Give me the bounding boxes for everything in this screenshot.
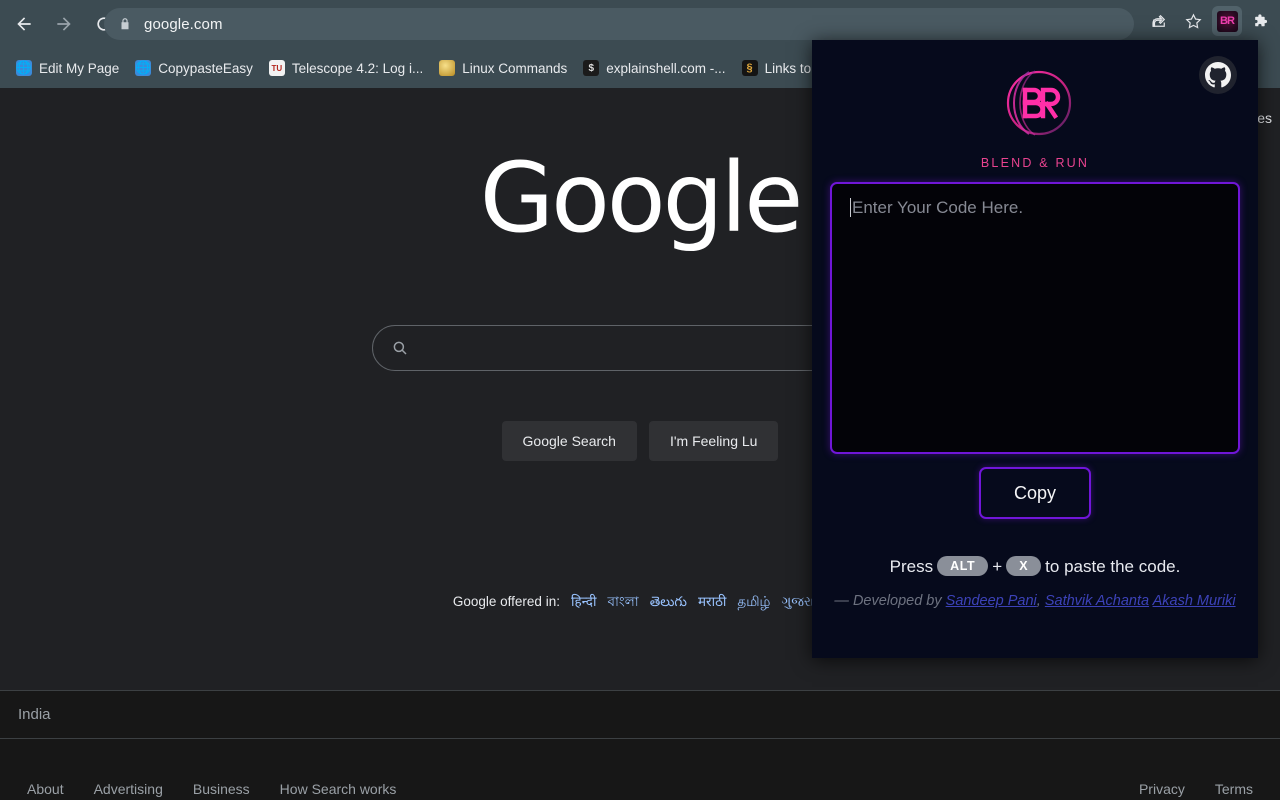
code-placeholder: Enter Your Code Here. [850,198,1220,218]
language-link-tamil[interactable]: தமிழ் [737,594,770,609]
globe-icon [16,60,32,76]
paste-hint: Press ALT + Xto paste the code. [812,556,1258,577]
blend-and-run-popup: BLEND & RUN Enter Your Code Here. Copy P… [812,40,1258,658]
footer-link-how-search-works[interactable]: How Search works [280,781,397,797]
key-alt: ALT [937,556,989,576]
blend-and-run-extension-button[interactable]: BR [1212,6,1242,36]
credits-dash: — [834,593,849,609]
language-link-telugu[interactable]: తెలుగు [650,594,687,609]
bookmark-item[interactable]: $ explainshell.com -... [575,54,733,82]
tu-icon: TU [268,60,285,76]
offered-label: Google offered in: [452,594,560,609]
address-bar[interactable]: google.com [104,8,1134,40]
credits: — Developed by Sandeep Pani, Sathvik Ach… [812,588,1258,615]
star-icon [1184,13,1202,29]
text-caret [850,198,851,217]
blend-and-run-extension-icon: BR [1216,10,1238,32]
credits-prefix: Developed by [852,593,942,609]
bookmark-item[interactable]: Linux Commands [431,54,575,82]
globe-icon [135,60,152,76]
bookmark-label: CopypasteEasy [158,60,253,76]
extensions-menu-button[interactable] [1246,6,1276,36]
hint-suffix: to paste the code. [1045,557,1181,576]
share-button[interactable] [1144,6,1174,36]
credit-link-sandeep-pani[interactable]: Sandeep Pani [946,593,1037,609]
share-icon [1152,14,1166,27]
arrow-right-icon [57,17,71,31]
footer-link-advertising[interactable]: Advertising [94,781,163,797]
footer-links-left: About Advertising Business How Search wo… [27,781,396,797]
footer-link-terms[interactable]: Terms [1215,781,1253,797]
footer-country: India [0,690,1280,738]
footer-link-about[interactable]: About [27,781,64,797]
back-button[interactable] [7,7,41,41]
screen: google.com BR 🌐 Edit My Page 🌐 Copypaste… [0,0,1280,800]
bookmark-item[interactable]: TU Telescope 4.2: Log i... [261,54,431,82]
bookmark-item[interactable]: Edit My Page [8,54,127,82]
credit-link-akash-muriki[interactable]: Akash Muriki [1153,593,1236,609]
hint-prefix: Press [889,557,934,576]
bookmark-label: Linux Commands [462,60,568,76]
footer-links-right: Privacy Terms [1139,781,1253,797]
links-icon: § [741,60,758,76]
bookmark-label: Telescope 4.2: Log i... [291,60,424,76]
bookmark-label: Edit My Page [39,60,120,76]
hint-plus: + [992,557,1003,576]
language-link-bangla[interactable]: বাংলা [607,594,638,609]
code-placeholder-text: Enter Your Code Here. [852,198,1024,217]
linux-icon [439,60,456,76]
credit-link-sathvik-achanta[interactable]: Sathvik Achanta [1045,593,1149,609]
arrow-left-icon [17,17,31,31]
bookmark-label: explainshell.com -... [606,60,726,76]
language-link-hindi[interactable]: हिन्दी [571,594,597,609]
forward-button[interactable] [47,7,81,41]
br-monogram-icon [989,57,1081,149]
feeling-lucky-button[interactable]: I'm Feeling Lu [648,421,779,461]
key-x: X [1006,556,1042,576]
search-magnifier-icon [393,341,407,355]
lock-icon [121,18,129,30]
footer-links: About Advertising Business How Search wo… [0,738,1280,800]
brand-name: BLEND & RUN [980,156,1090,170]
puzzle-piece-icon [1254,13,1267,26]
footer-link-privacy[interactable]: Privacy [1139,781,1185,797]
copy-button[interactable]: Copy [979,467,1091,519]
brand-block: BLEND & RUN [812,57,1258,170]
google-search-button[interactable]: Google Search [501,421,637,461]
code-textarea[interactable]: Enter Your Code Here. [830,182,1240,454]
shell-icon: $ [583,60,600,76]
language-link-marathi[interactable]: मराठी [698,594,726,609]
address-bar-url: google.com [144,15,223,33]
credits-separator: , [1036,593,1041,609]
footer-link-business[interactable]: Business [193,781,250,797]
bookmark-item[interactable]: CopypasteEasy [127,54,261,82]
bookmark-star-button[interactable] [1178,6,1208,36]
toolbar-actions: BR [1144,6,1276,36]
